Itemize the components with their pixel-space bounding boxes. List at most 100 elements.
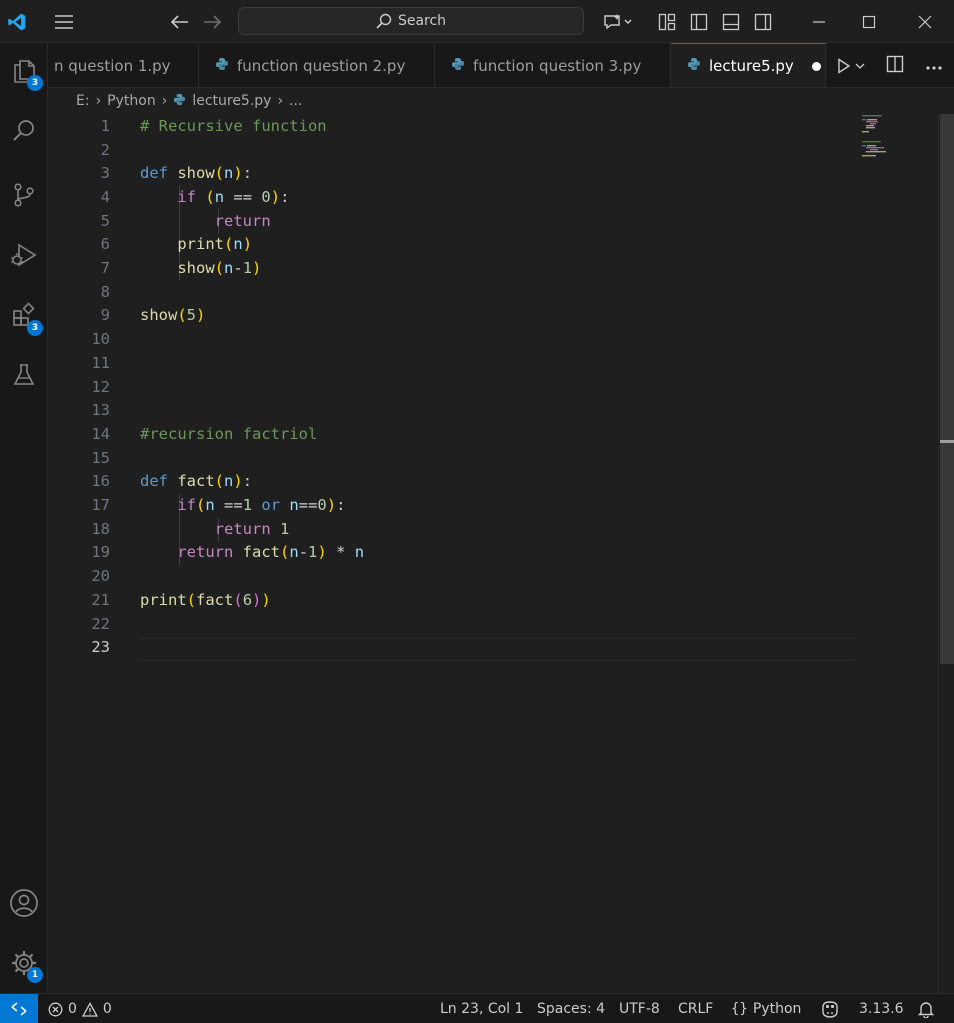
python-interpreter-version[interactable]: 3.13.6	[859, 994, 904, 1023]
forward-arrow-icon[interactable]	[200, 0, 224, 43]
chevron-down-icon[interactable]	[855, 62, 865, 70]
code-text: return 1	[214, 519, 290, 538]
copilot-chat-icon[interactable]	[598, 0, 638, 43]
tab-label: function question 3.py	[473, 56, 642, 75]
code-line: 22	[48, 612, 854, 636]
tab-label: function question 2.py	[237, 56, 406, 75]
toggle-primary-sidebar-icon[interactable]	[688, 0, 710, 43]
scrollbar-thumb[interactable]	[940, 114, 954, 664]
breadcrumb-file[interactable]: lecture5.py	[192, 93, 271, 109]
code-line: 16 def fact(n):	[48, 470, 854, 494]
line-number: 3	[100, 164, 110, 183]
minimap[interactable]	[860, 114, 910, 174]
activity-bar: 3 3 1	[0, 43, 48, 993]
line-number: 12	[91, 377, 110, 396]
line-number: 7	[100, 259, 110, 278]
explorer-icon[interactable]: 3	[0, 47, 48, 95]
back-arrow-icon[interactable]	[168, 0, 192, 43]
tab-question-1[interactable]: n question 1.py	[48, 43, 199, 87]
copilot-icon[interactable]	[820, 994, 840, 1023]
code-text: if (n == 0):	[177, 187, 290, 206]
vertical-scrollbar[interactable]	[938, 114, 954, 993]
code-text: def show(n):	[140, 164, 253, 183]
search-icon[interactable]	[0, 107, 48, 155]
remote-indicator-icon[interactable]	[0, 994, 38, 1023]
line-number: 1	[100, 116, 110, 135]
breadcrumb-folder[interactable]: Python	[107, 93, 156, 109]
code-editor[interactable]: 1 # Recursive function 2 3 def show(n): 4 …	[48, 114, 938, 993]
python-file-icon	[173, 93, 186, 110]
search-icon	[376, 13, 392, 29]
testing-flask-icon[interactable]	[0, 351, 48, 399]
code-line: 23	[48, 635, 854, 659]
scrollbar-cursor-marker	[940, 440, 954, 443]
source-control-icon[interactable]	[0, 171, 48, 219]
code-text: show(5)	[140, 306, 206, 325]
code-line: 13	[48, 398, 854, 422]
eol-setting[interactable]: CRLF	[678, 994, 713, 1023]
search-input[interactable]: Search	[238, 7, 584, 35]
language-label: Python	[752, 1001, 802, 1017]
breadcrumb-drive[interactable]: E:	[76, 93, 90, 109]
line-number: 19	[91, 543, 110, 562]
line-number: 2	[100, 140, 110, 159]
breadcrumb-separator: ›	[277, 93, 284, 109]
code-line: 2	[48, 138, 854, 162]
minimize-icon[interactable]	[796, 0, 842, 43]
breadcrumb-more[interactable]: ...	[289, 93, 302, 109]
language-mode[interactable]: {} Python	[731, 994, 801, 1023]
editor-tab-bar: n question 1.py function question 2.py f…	[48, 43, 954, 88]
status-bar: 0 0 Ln 23, Col 1 Spaces: 4 UTF-8 CRLF {}…	[0, 993, 954, 1023]
warning-count: 0	[102, 1001, 112, 1017]
tab-lecture5[interactable]: lecture5.py	[671, 43, 826, 87]
code-line: 6 print(n)	[48, 233, 854, 257]
code-line: 15	[48, 446, 854, 470]
settings-badge: 1	[27, 967, 43, 983]
vscode-logo-icon	[0, 0, 34, 43]
code-line: 7 show(n-1)	[48, 256, 854, 280]
encoding-setting[interactable]: UTF-8	[619, 994, 660, 1023]
braces-icon: {}	[731, 1001, 748, 1017]
tab-function-question-3[interactable]: function question 3.py	[435, 43, 671, 87]
code-line: 3 def show(n):	[48, 161, 854, 185]
menu-icon[interactable]	[50, 0, 78, 43]
notifications-bell-icon[interactable]	[918, 994, 934, 1023]
code-line: 11	[48, 351, 854, 375]
run-python-file-icon[interactable]	[837, 57, 865, 74]
cursor-position[interactable]: Ln 23, Col 1	[440, 994, 523, 1023]
code-line: 8	[48, 280, 854, 304]
maximize-icon[interactable]	[846, 0, 892, 43]
manage-gear-icon[interactable]: 1	[0, 939, 48, 987]
tab-function-question-2[interactable]: function question 2.py	[199, 43, 435, 87]
extensions-icon[interactable]: 3	[0, 291, 48, 339]
line-number: 9	[100, 306, 110, 325]
split-editor-icon[interactable]	[886, 55, 904, 77]
search-placeholder: Search	[397, 13, 447, 29]
python-file-icon	[451, 57, 465, 75]
line-number: 11	[91, 353, 110, 372]
customize-layout-icon[interactable]	[656, 0, 678, 43]
toggle-secondary-sidebar-icon[interactable]	[752, 0, 774, 43]
explorer-badge: 3	[27, 75, 43, 91]
code-text: print(fact(6))	[140, 590, 271, 609]
unsaved-dot-icon[interactable]	[811, 61, 821, 71]
code-line: 5 return	[48, 209, 854, 233]
code-line: 1 # Recursive function	[48, 114, 854, 138]
error-icon	[48, 1002, 63, 1016]
line-number: 5	[100, 211, 110, 230]
line-number: 23	[91, 638, 110, 657]
indentation-setting[interactable]: Spaces: 4	[537, 994, 605, 1023]
code-text: print(n)	[177, 235, 253, 254]
more-actions-icon[interactable]	[925, 56, 943, 75]
breadcrumb: E: › Python › lecture5.py › ...	[48, 88, 954, 114]
code-text: show(n-1)	[177, 259, 262, 278]
code-line: 21 print(fact(6))	[48, 588, 854, 612]
close-icon[interactable]	[900, 0, 950, 43]
run-and-debug-icon[interactable]	[0, 231, 48, 279]
problems-indicator[interactable]: 0 0	[48, 994, 112, 1023]
line-number: 16	[91, 472, 110, 491]
line-number: 10	[91, 330, 110, 349]
line-number: 15	[91, 448, 110, 467]
toggle-panel-icon[interactable]	[720, 0, 742, 43]
accounts-icon[interactable]	[0, 879, 48, 927]
